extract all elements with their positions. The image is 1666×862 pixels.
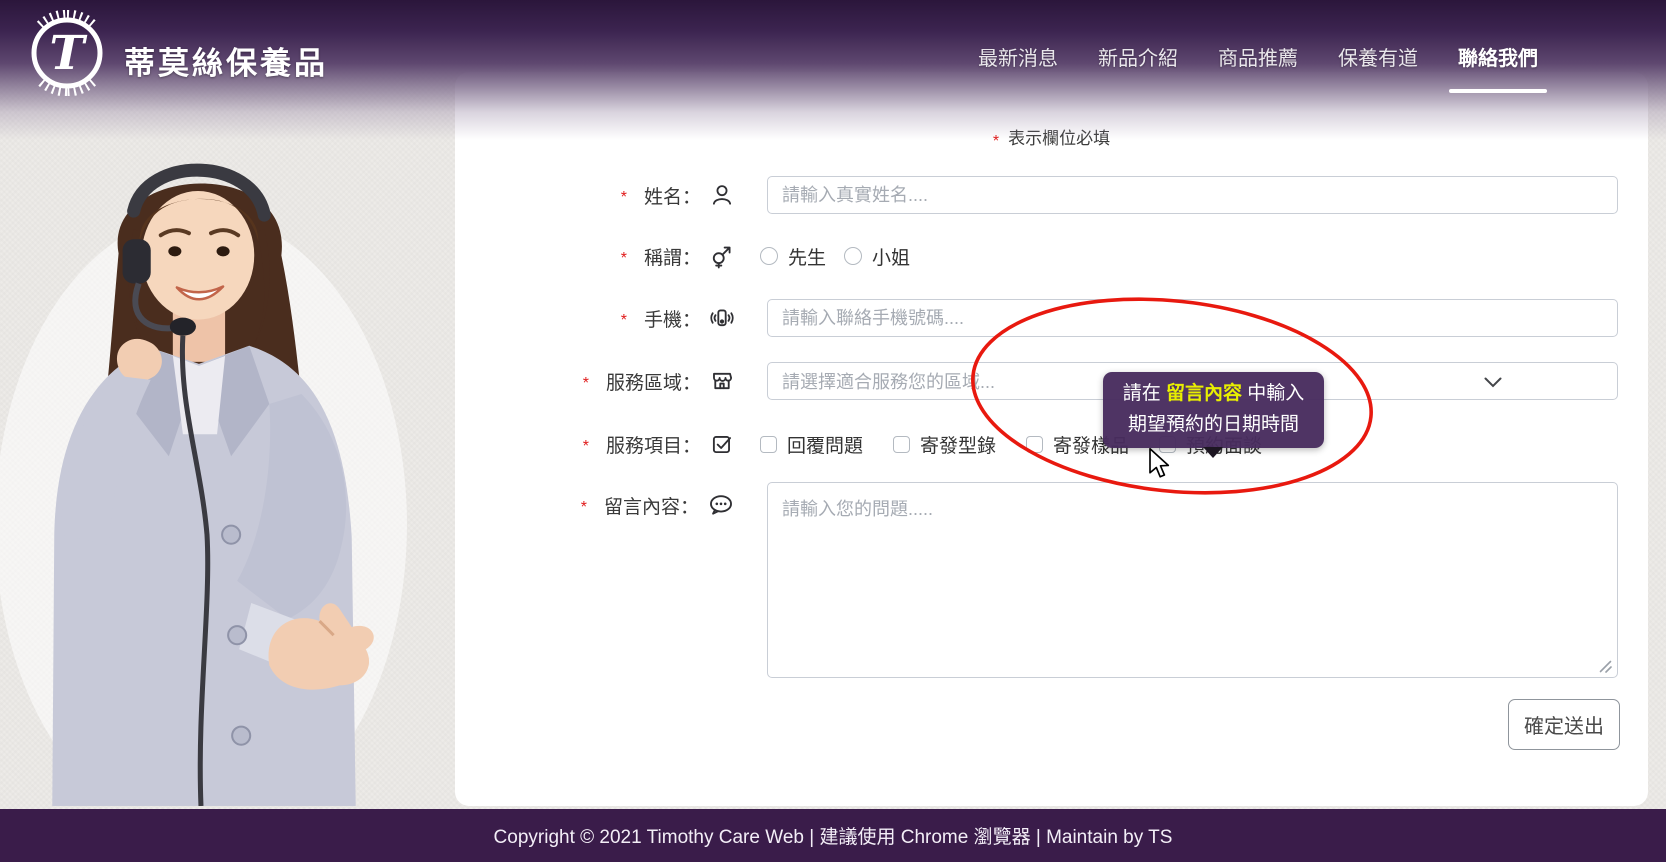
tooltip-line1: 請在 留言內容 中輸入 bbox=[1103, 378, 1324, 409]
tooltip-highlight: 留言內容 bbox=[1166, 383, 1242, 404]
tooltip-arrow-icon bbox=[1203, 447, 1223, 458]
page: T 蒂莫絲保養品 最新消息 新品介紹 商品推薦 保養有道 聯絡我們 bbox=[0, 0, 1666, 862]
phone-field-label: * 手機： bbox=[455, 299, 735, 337]
required-note: *表示欄位必填 bbox=[455, 124, 1648, 149]
checkbox-icon bbox=[709, 431, 735, 457]
region-field-label: * 服務區域： bbox=[455, 362, 735, 400]
checkbox-send-sample[interactable] bbox=[1026, 436, 1043, 453]
textarea-resize-handle[interactable] bbox=[1598, 659, 1612, 678]
radio-miss[interactable] bbox=[844, 247, 862, 265]
chevron-down-icon bbox=[1484, 375, 1502, 393]
main-nav: 最新消息 新品介紹 商品推薦 保養有道 聯絡我們 bbox=[978, 42, 1538, 71]
title-radio-group: 先生 小姐 bbox=[760, 237, 910, 275]
annotation-tooltip: 請在 留言內容 中輸入 期望預約的日期時間 bbox=[1103, 372, 1324, 448]
nav-item-recommendations[interactable]: 商品推薦 bbox=[1218, 42, 1298, 71]
active-nav-underline bbox=[1449, 89, 1547, 93]
nav-item-news[interactable]: 最新消息 bbox=[978, 42, 1058, 71]
services-field-label: * 服務項目： bbox=[455, 425, 735, 463]
required-asterisk: * bbox=[993, 133, 999, 150]
mobile-phone-icon bbox=[709, 305, 735, 331]
storefront-icon bbox=[709, 368, 735, 394]
checkbox-send-catalog[interactable] bbox=[893, 436, 910, 453]
header: T 蒂莫絲保養品 最新消息 新品介紹 商品推薦 保養有道 聯絡我們 bbox=[0, 0, 1666, 110]
name-input[interactable] bbox=[767, 176, 1618, 214]
footer-copyright: Copyright © 2021 Timothy Care Web | 建議使用… bbox=[494, 822, 1173, 849]
gender-icon bbox=[709, 243, 735, 269]
message-field-label: * 留言內容： bbox=[455, 486, 735, 524]
tooltip-line2: 期望預約的日期時間 bbox=[1103, 409, 1324, 440]
nav-item-contact-us[interactable]: 聯絡我們 bbox=[1458, 42, 1538, 71]
name-field-label: * 姓名： bbox=[455, 176, 735, 214]
nav-item-care-tips[interactable]: 保養有道 bbox=[1338, 42, 1418, 71]
radio-option-miss[interactable]: 小姐 bbox=[844, 243, 910, 270]
checkbox-reply-question[interactable] bbox=[760, 436, 777, 453]
message-textarea[interactable] bbox=[767, 482, 1618, 678]
logo-letter: T bbox=[50, 26, 88, 81]
checkbox-option-reply-question[interactable]: 回覆問題 bbox=[760, 431, 863, 458]
radio-mister[interactable] bbox=[760, 247, 778, 265]
submit-button[interactable]: 確定送出 bbox=[1508, 699, 1620, 750]
phone-input[interactable] bbox=[767, 299, 1618, 337]
footer: Copyright © 2021 Timothy Care Web | 建議使用… bbox=[0, 809, 1666, 862]
speech-bubble-icon bbox=[707, 491, 735, 519]
nav-item-new-products[interactable]: 新品介紹 bbox=[1098, 42, 1178, 71]
brand-logo[interactable]: T bbox=[24, 10, 110, 96]
brand-name: 蒂莫絲保養品 bbox=[124, 38, 328, 83]
person-icon bbox=[709, 182, 735, 208]
radio-option-mister[interactable]: 先生 bbox=[760, 243, 826, 270]
title-field-label: * 稱謂： bbox=[455, 237, 735, 275]
customer-service-photo bbox=[0, 100, 412, 806]
checkbox-option-send-catalog[interactable]: 寄發型錄 bbox=[893, 431, 996, 458]
